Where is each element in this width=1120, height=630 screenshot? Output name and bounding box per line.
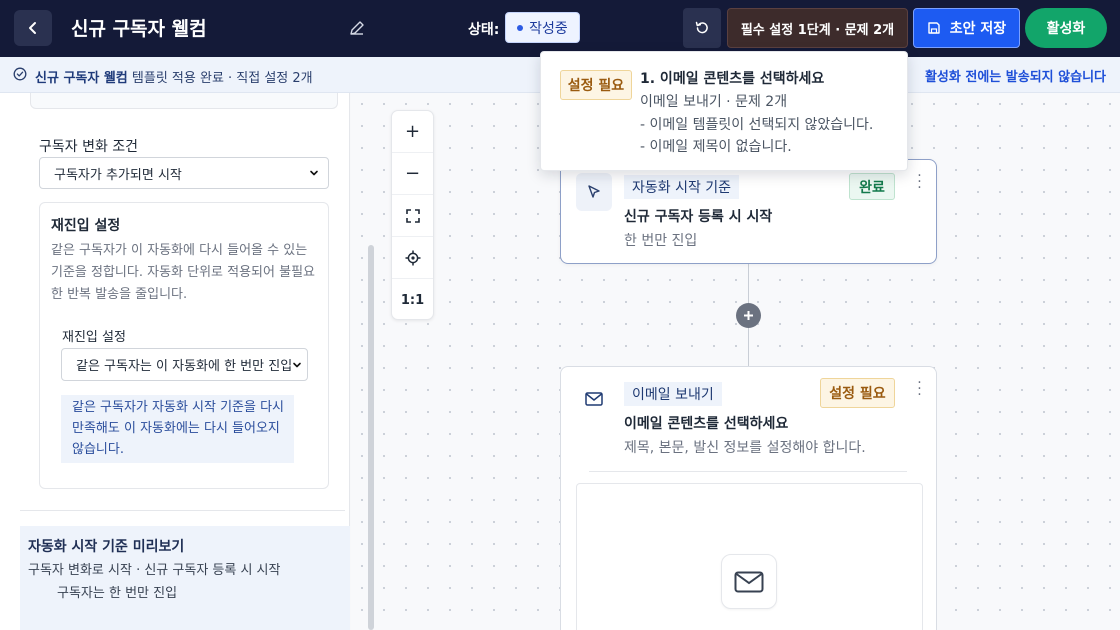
email-preview[interactable] xyxy=(576,483,923,630)
kebab-icon[interactable]: · · · xyxy=(916,169,922,195)
add-step-button[interactable] xyxy=(736,303,761,328)
save-icon xyxy=(928,22,940,34)
popover-subtitle: 이메일 보내기 · 문제 2개 xyxy=(640,94,788,110)
trigger-desc: 한 번만 진입 xyxy=(624,233,698,249)
zoom-controls: + − 1:1 xyxy=(391,110,434,320)
edit-icon[interactable] xyxy=(348,19,366,37)
back-button[interactable] xyxy=(14,10,52,46)
info-right-text: 활성화 전에는 발송되지 않습니다 xyxy=(924,70,1106,85)
reset-zoom-button[interactable]: 1:1 xyxy=(392,279,433,321)
condition-select[interactable]: 구독자가 추가되면 시작 xyxy=(39,157,329,189)
reentry-description: 같은 구독자가 이 자동화에 다시 들어올 수 있는 기준을 정합니다. 자동화… xyxy=(51,243,315,302)
undo-icon xyxy=(695,21,708,34)
kebab-icon[interactable]: · · · xyxy=(916,376,922,402)
reset-zoom-label: 1:1 xyxy=(400,292,425,308)
issue-popover: 설정 필요 1. 이메일 콘텐츠를 선택하세요 이메일 보내기 · 문제 2개 … xyxy=(540,51,908,171)
done-badge: 완료 xyxy=(849,173,895,200)
email-desc: 제목, 본문, 발신 정보를 설정해야 합니다. xyxy=(624,440,866,456)
cursor-icon xyxy=(588,185,600,198)
fit-screen-button[interactable] xyxy=(392,195,433,237)
setup-required-badge[interactable]: 설정 필요 xyxy=(820,378,895,408)
plus-icon xyxy=(744,311,753,320)
email-chip: 이메일 보내기 xyxy=(624,382,722,406)
mail-icon xyxy=(734,571,764,592)
page-title: 신규 구독자 웰컴 xyxy=(71,18,207,40)
reentry-title: 재진입 설정 xyxy=(51,218,121,234)
previous-card xyxy=(30,93,338,109)
popover-issue: - 이메일 제목이 없습니다. xyxy=(640,139,792,155)
save-draft-label: 초안 저장 xyxy=(949,21,1007,37)
connector-line xyxy=(748,328,749,366)
preview-sub: 구독자는 한 번만 진입 xyxy=(57,586,178,601)
divider xyxy=(589,471,907,472)
status-value: 작성중 xyxy=(529,20,568,37)
trigger-node-icon xyxy=(576,173,612,211)
check-circle-icon xyxy=(13,67,27,81)
zoom-in-button[interactable]: + xyxy=(392,111,433,153)
info-text: 신규 구독자 웰컴 템플릿 적용 완료 · 직접 설정 2개 xyxy=(35,67,313,86)
preview-text: 구독자 변화로 시작 · 신규 구독자 등록 시 시작 xyxy=(28,563,281,578)
email-preview-icon xyxy=(721,554,777,609)
center-button[interactable] xyxy=(392,237,433,279)
panel-scrollbar[interactable] xyxy=(368,245,374,630)
trigger-node[interactable]: 자동화 시작 기준 완료 · · · 신규 구독자 등록 시 시작 한 번만 진입 xyxy=(560,159,937,264)
mail-icon xyxy=(585,392,603,406)
top-bar: 신규 구독자 웰컴 상태: 작성중 필수 설정 1단계 · 문제 2개 초안 저… xyxy=(0,0,1120,57)
status-dot-icon xyxy=(517,24,524,31)
settings-panel: 구독자 변화 조건 구독자가 추가되면 시작 재진입 설정 같은 구독자가 이 … xyxy=(0,93,350,630)
zoom-in-icon: + xyxy=(404,121,421,142)
status-badge[interactable]: 작성중 xyxy=(505,12,580,43)
back-icon xyxy=(29,22,36,34)
email-title: 이메일 콘텐츠를 선택하세요 xyxy=(624,416,789,432)
center-icon xyxy=(405,250,420,265)
condition-select-value: 구독자가 추가되면 시작 xyxy=(54,167,182,183)
trigger-chip: 자동화 시작 기준 xyxy=(624,175,740,199)
trigger-title: 신규 구독자 등록 시 시작 xyxy=(624,209,773,225)
zoom-out-icon: − xyxy=(404,163,421,184)
condition-title: 구독자 변화 조건 xyxy=(39,139,139,155)
info-text-bold: 신규 구독자 웰컴 xyxy=(35,71,128,86)
popover-badge: 설정 필요 xyxy=(560,70,632,100)
zoom-out-button[interactable]: − xyxy=(392,153,433,195)
email-node-icon xyxy=(576,380,612,418)
activate-button[interactable]: 활성화 xyxy=(1025,8,1107,48)
fit-screen-icon xyxy=(405,208,420,223)
divider xyxy=(20,510,345,511)
chevron-down-icon xyxy=(310,170,318,176)
email-node[interactable]: 이메일 보내기 설정 필요 · · · 이메일 콘텐츠를 선택하세요 제목, 본문,… xyxy=(560,366,937,630)
reentry-note: 같은 구독자가 자동화 시작 기준을 다시 만족해도 이 자동화에는 다시 들어… xyxy=(61,395,294,463)
status-label: 상태: xyxy=(468,22,500,38)
reentry-select[interactable]: 같은 구독자는 이 자동화에 한 번만 진입 xyxy=(61,348,308,381)
required-settings-button[interactable]: 필수 설정 1단계 · 문제 2개 xyxy=(727,8,908,48)
reentry-select-value: 같은 구독자는 이 자동화에 한 번만 진입 xyxy=(76,359,293,374)
popover-issue: - 이메일 템플릿이 선택되지 않았습니다. xyxy=(640,117,874,133)
reentry-sub-title: 재진입 설정 xyxy=(62,330,126,345)
reentry-card: 재진입 설정 같은 구독자가 이 자동화에 다시 들어올 수 있는 기준을 정합… xyxy=(39,202,329,489)
save-draft-button[interactable]: 초안 저장 xyxy=(913,8,1020,48)
popover-title[interactable]: 1. 이메일 콘텐츠를 선택하세요 xyxy=(640,68,824,88)
info-text-rest: 템플릿 적용 완료 · 직접 설정 2개 xyxy=(127,71,313,86)
trigger-preview: 자동화 시작 기준 미리보기 구독자 변화로 시작 · 신규 구독자 등록 시 … xyxy=(20,526,350,630)
undo-button[interactable] xyxy=(683,8,721,48)
preview-title: 자동화 시작 기준 미리보기 xyxy=(28,539,185,555)
connector-line xyxy=(748,264,749,303)
chevron-down-icon xyxy=(291,359,303,371)
